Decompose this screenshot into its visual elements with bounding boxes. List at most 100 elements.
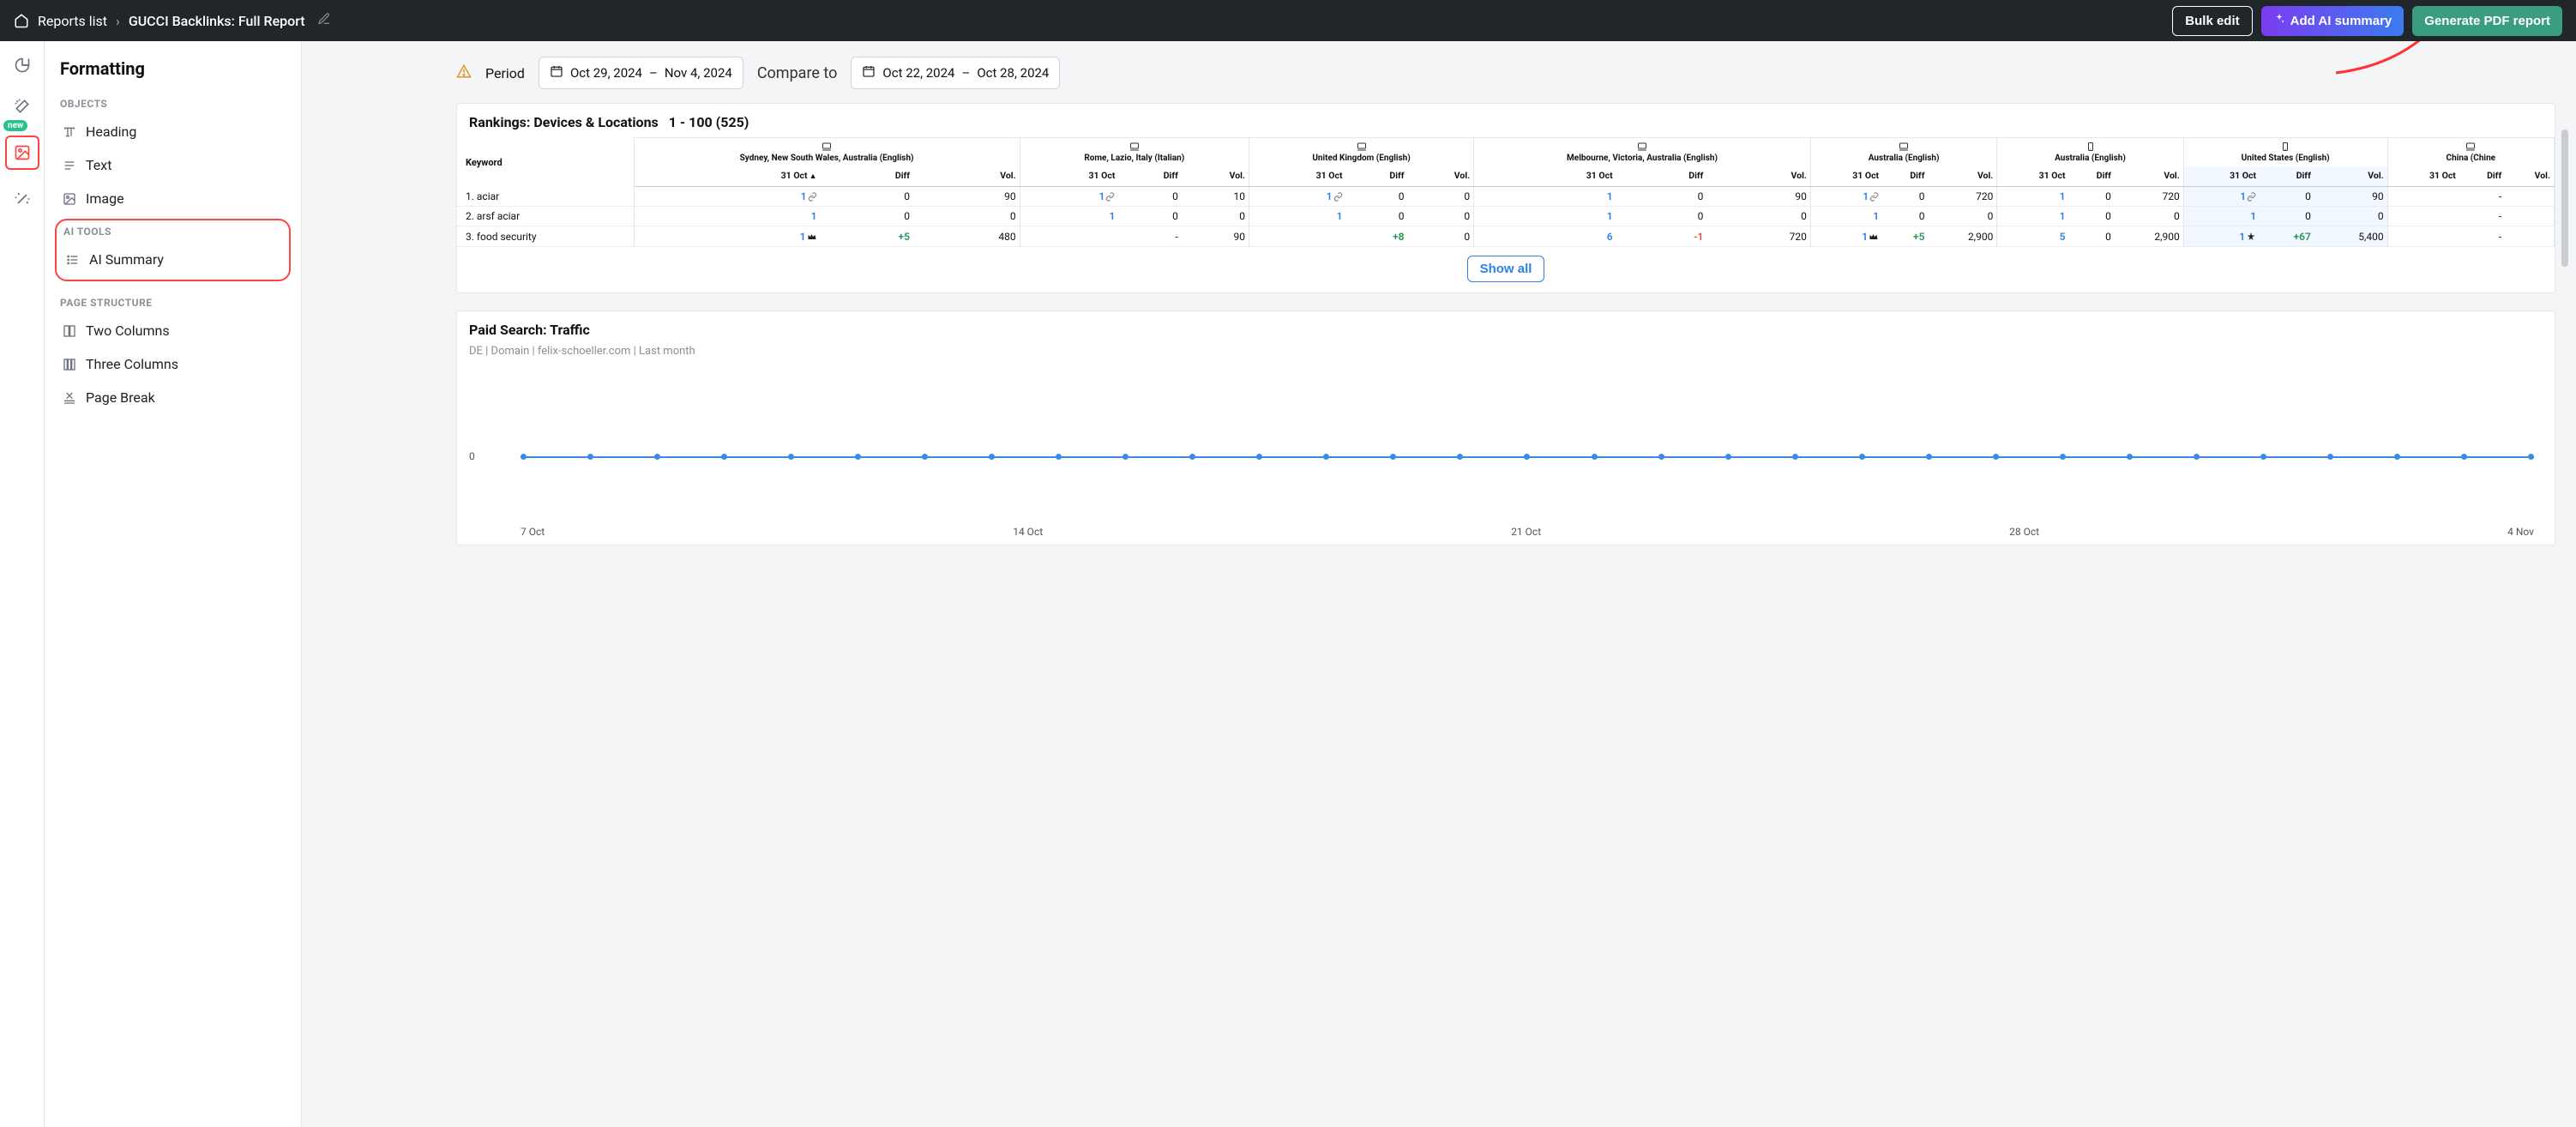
date-col-header[interactable]: 31 Oct▲ — [634, 166, 820, 187]
date-col-header[interactable]: 31 Oct — [1020, 166, 1118, 187]
keyword-cell: 2. arsf aciar — [457, 207, 634, 226]
topbar: Reports list › GUCCI Backlinks: Full Rep… — [0, 0, 2576, 41]
vol-col-header[interactable]: Vol. — [1928, 166, 1996, 187]
diff-cell: 0 — [821, 187, 914, 207]
edit-icon[interactable] — [317, 12, 331, 29]
chart-point — [1457, 454, 1463, 460]
rank-cell: 1 — [634, 187, 820, 207]
compare-date-picker[interactable]: Oct 22, 2024 – Oct 28, 2024 — [851, 57, 1060, 89]
diff-cell: - — [2459, 226, 2505, 247]
diff-cell: 0 — [2260, 207, 2314, 226]
magic-icon[interactable] — [10, 94, 34, 118]
chart-point — [1390, 454, 1396, 460]
chart-point — [1926, 454, 1932, 460]
diff-col-header[interactable]: Diff — [2459, 166, 2505, 187]
sidebar-item-label: AI Summary — [89, 251, 164, 268]
vol-cell: 2,900 — [1928, 226, 1996, 247]
chart-dots — [521, 456, 2534, 462]
diff-col-header[interactable]: Diff — [1346, 166, 1408, 187]
rank-cell: 1 — [1020, 207, 1118, 226]
vol-col-header[interactable]: Vol. — [913, 166, 1020, 187]
breadcrumb-root[interactable]: Reports list — [38, 13, 107, 29]
vol-cell: 0 — [1408, 187, 1474, 207]
table-row: 3. food security1+5480-90+806-17201+52,9… — [457, 226, 2555, 247]
chart-point — [855, 454, 861, 460]
diff-col-header[interactable]: Diff — [821, 166, 914, 187]
chart-icon[interactable] — [10, 53, 34, 77]
date-col-header[interactable]: 31 Oct — [2387, 166, 2459, 187]
vol-cell: 90 — [1706, 187, 1810, 207]
rank-cell — [2387, 187, 2459, 207]
sidebar-item-two-columns[interactable]: Two Columns — [55, 314, 291, 347]
wand-icon[interactable] — [10, 187, 34, 211]
sidebar-item-three-columns[interactable]: Three Columns — [55, 347, 291, 381]
period-date-picker[interactable]: Oct 29, 2024 – Nov 4, 2024 — [539, 57, 743, 89]
date-col-header[interactable]: 31 Oct — [1997, 166, 2069, 187]
date-col-header[interactable]: 31 Oct — [1810, 166, 1882, 187]
date-col-header[interactable]: 31 Oct — [2183, 166, 2260, 187]
vol-col-header[interactable]: Vol. — [1182, 166, 1249, 187]
ai-tools-highlight: AI TOOLS AI Summary — [55, 219, 291, 281]
date-col-header[interactable]: 31 Oct — [1249, 166, 1345, 187]
rank-cell: 1 — [1249, 207, 1345, 226]
show-all-button[interactable]: Show all — [1467, 256, 1545, 282]
rank-cell: 5 — [1997, 226, 2069, 247]
rankings-table: KeywordSydney, New South Wales, Australi… — [457, 137, 2555, 247]
diff-col-header[interactable]: Diff — [1882, 166, 1928, 187]
home-icon[interactable] — [14, 13, 29, 28]
sidebar-item-heading[interactable]: Heading — [55, 115, 291, 148]
diff-cell: - — [2459, 207, 2505, 226]
rank-cell: 1 — [2183, 226, 2260, 247]
sidebar-item-text[interactable]: Text — [55, 148, 291, 182]
diff-col-header[interactable]: Diff — [1616, 166, 1707, 187]
chart-point — [1256, 454, 1262, 460]
image-icon[interactable] — [5, 136, 39, 170]
vol-cell: 0 — [1706, 207, 1810, 226]
diff-col-header[interactable]: Diff — [1118, 166, 1181, 187]
location-header: United States (English) — [2183, 138, 2387, 167]
chart-point — [2127, 454, 2133, 460]
sidebar-item-image[interactable]: Image — [55, 182, 291, 215]
chart-point — [1859, 454, 1865, 460]
top-actions: Bulk edit Add AI summary Generate PDF re… — [2172, 6, 2562, 36]
sidebar-item-page-break[interactable]: Page Break — [55, 381, 291, 414]
vol-cell: 0 — [1182, 207, 1249, 226]
vol-col-header[interactable]: Vol. — [1408, 166, 1474, 187]
vol-col-header[interactable]: Vol. — [1706, 166, 1810, 187]
vol-cell: 0 — [1408, 207, 1474, 226]
diff-col-header[interactable]: Diff — [2260, 166, 2314, 187]
x-axis-tick: 28 Oct — [2009, 526, 2039, 538]
vol-col-header[interactable]: Vol. — [2115, 166, 2183, 187]
diff-cell: +5 — [821, 226, 914, 247]
chart-point — [1323, 454, 1329, 460]
chart-point — [1056, 454, 1062, 460]
sidebar-item-label: Image — [86, 190, 124, 207]
chart-point — [1792, 454, 1798, 460]
generate-pdf-button[interactable]: Generate PDF report — [2412, 6, 2562, 36]
vol-cell: 10 — [1182, 187, 1249, 207]
sidebar-item-ai-summary[interactable]: AI Summary — [58, 243, 287, 276]
date-col-header[interactable]: 31 Oct — [1474, 166, 1616, 187]
keyword-header: Keyword — [457, 138, 634, 187]
vol-col-header[interactable]: Vol. — [2505, 166, 2554, 187]
new-badge: new — [3, 120, 27, 131]
bulk-edit-button[interactable]: Bulk edit — [2172, 6, 2252, 36]
rank-cell: 6 — [1474, 226, 1616, 247]
add-ai-summary-button[interactable]: Add AI summary — [2261, 6, 2404, 36]
location-header: Australia (English) — [1997, 138, 2183, 167]
chart-point — [2060, 454, 2066, 460]
diff-col-header[interactable]: Diff — [2069, 166, 2115, 187]
vol-col-header[interactable]: Vol. — [2314, 166, 2387, 187]
chart-point — [2194, 454, 2200, 460]
vol-cell: 0 — [1928, 207, 1996, 226]
link-icon — [1333, 192, 1343, 204]
vol-cell: 0 — [913, 207, 1020, 226]
chart-point — [2394, 454, 2400, 460]
location-header: Melbourne, Victoria, Australia (English) — [1474, 138, 1811, 167]
rank-cell: 1 — [1474, 207, 1616, 226]
vol-cell: 5,400 — [2314, 226, 2387, 247]
sidebar-item-label: Two Columns — [86, 322, 170, 339]
scrollbar-thumb[interactable] — [2561, 130, 2568, 267]
chart-point — [922, 454, 928, 460]
chart-point — [1592, 454, 1598, 460]
